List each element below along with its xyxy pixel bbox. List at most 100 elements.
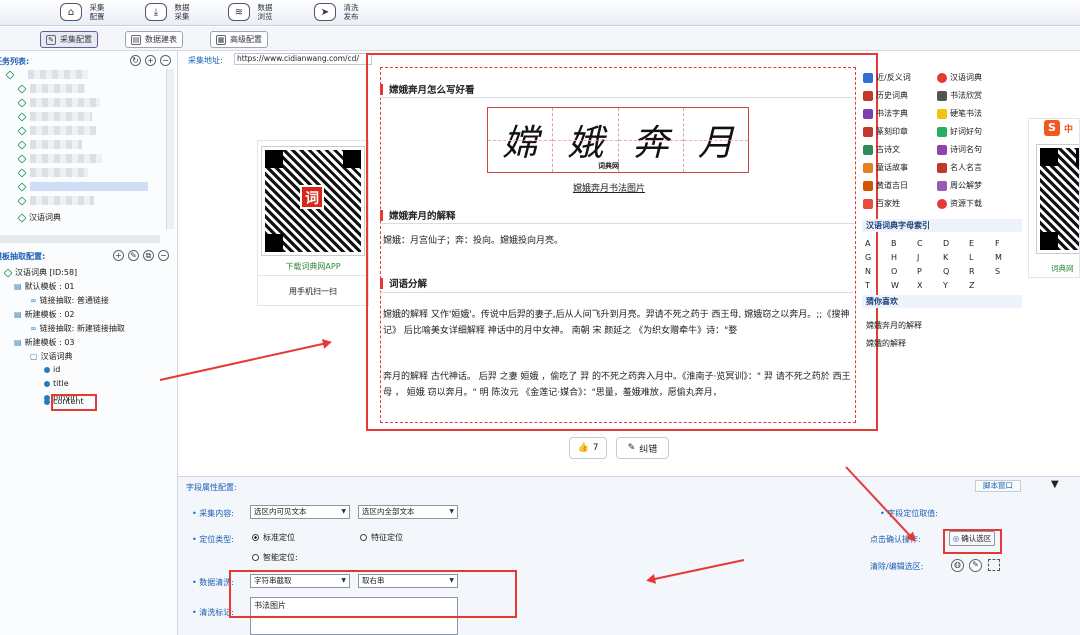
sidebar-link[interactable]: 硬笔书法 — [937, 108, 982, 119]
letter-index-item[interactable]: M — [995, 253, 1002, 262]
select-region-icon[interactable] — [988, 559, 1000, 571]
collect-content-select-1[interactable]: 选区内可见文本 — [250, 505, 350, 519]
tab-collect-config[interactable]: ✎ 采集配置 — [40, 31, 98, 48]
sidebar-link[interactable]: 童话故事 — [863, 162, 908, 173]
tab-label: 数据建表 — [145, 35, 177, 44]
radio-standard-locate[interactable]: 标准定位 — [252, 532, 295, 543]
letter-index-item[interactable]: J — [917, 253, 919, 262]
task-item[interactable] — [5, 70, 15, 80]
letter-index-item[interactable]: A — [865, 239, 870, 248]
sidebar-link[interactable]: 汉语词典 — [937, 72, 982, 83]
letter-index-item[interactable]: D — [943, 239, 949, 248]
tree-field-id[interactable]: id — [44, 365, 60, 374]
sidebar-link[interactable]: 诗词名句 — [937, 144, 982, 155]
letter-index-item[interactable]: E — [969, 239, 974, 248]
collect-content-select-2[interactable]: 选区内全部文本 — [358, 505, 458, 519]
toolbar-label: 数据 浏览 — [257, 3, 273, 21]
edit-icon: ✎ — [627, 443, 636, 453]
letter-index-item[interactable]: B — [891, 239, 897, 248]
refresh-icon[interactable]: ↻ — [130, 55, 141, 66]
toolbar-data-collect-button[interactable]: ⤓ 数据 采集 — [145, 0, 193, 24]
guess-link[interactable]: 嫦娥奔月的解释 — [866, 320, 922, 331]
tree-link-extract[interactable]: ∞ 链接抽取: 普通链接 — [30, 295, 109, 306]
sidebar-link[interactable]: 资源下载 — [937, 198, 982, 209]
task-item[interactable] — [17, 154, 27, 164]
task-item[interactable] — [17, 84, 27, 94]
task-item[interactable] — [17, 168, 27, 178]
blurred-task-name — [30, 98, 100, 107]
sidebar-link[interactable]: 近/反义词 — [863, 72, 911, 83]
add-template-icon[interactable]: + — [113, 250, 124, 261]
letter-index-item[interactable]: Q — [943, 267, 949, 276]
remove-task-icon[interactable]: − — [160, 55, 171, 66]
tree-link-extract-new[interactable]: ∞ 链接抽取: 新建链接抽取 — [30, 323, 125, 334]
tree-template-02[interactable]: ▤ 新建模板 : 02 — [14, 309, 75, 320]
letter-index-item[interactable]: G — [865, 253, 871, 262]
letter-index-item[interactable]: N — [865, 267, 871, 276]
tree-root[interactable]: 汉语词典 [ID:58] — [3, 267, 77, 278]
collapse-icon[interactable]: ▼ — [1051, 479, 1059, 490]
breakdown-paragraph-2: 奔月的解释 古代神话。 后羿 之妻 姮娥 ，偷吃了 羿 的不死之药奔入月中。《淮… — [383, 372, 851, 398]
sidebar-link[interactable]: 百家姓 — [863, 198, 900, 209]
sidebar-link[interactable]: 周公解梦 — [937, 180, 982, 191]
sidebar-link[interactable]: 好词好句 — [937, 126, 982, 137]
link-icon — [863, 126, 873, 137]
task-item-hanyu[interactable]: 汉语词典 — [17, 212, 61, 223]
script-window-button[interactable]: 脚本窗口 — [975, 480, 1021, 492]
sidebar-link[interactable]: 书法字典 — [863, 108, 908, 119]
letter-index-item[interactable]: T — [865, 281, 870, 290]
letter-index-item[interactable]: C — [917, 239, 923, 248]
task-item[interactable] — [17, 182, 27, 192]
radio-feature-locate[interactable]: 特征定位 — [360, 532, 403, 543]
task-item[interactable] — [17, 140, 27, 150]
tree-table-hanyu[interactable]: ▢ 汉语词典 — [30, 351, 73, 362]
toolbar-clean-publish-button[interactable]: ➤ 清洗 发布 — [314, 0, 362, 24]
letter-index-item[interactable]: K — [943, 253, 948, 262]
sidebar-link[interactable]: 黄道吉日 — [863, 180, 908, 191]
letter-index-item[interactable]: Y — [943, 281, 948, 290]
field-icon — [44, 398, 50, 405]
clear-selection-icon[interactable]: ◍ — [951, 559, 964, 572]
sidebar-link[interactable]: 篆刻印章 — [863, 126, 908, 137]
like-button[interactable]: 👍 7 — [569, 437, 607, 459]
sidebar-link[interactable]: 书法欣赏 — [937, 90, 982, 101]
task-item[interactable] — [17, 98, 27, 108]
letter-index-item[interactable]: F — [995, 239, 1000, 248]
tree-field-title[interactable]: title — [44, 379, 69, 388]
letter-index-item[interactable]: X — [917, 281, 922, 290]
correct-button[interactable]: ✎ 纠错 — [616, 437, 669, 459]
copy-template-icon[interactable]: ⧉ — [143, 250, 154, 261]
letter-index-item[interactable]: P — [917, 267, 922, 276]
tree-template-03[interactable]: ▤ 新建模板 : 03 — [14, 337, 75, 348]
letter-index-item[interactable]: S — [995, 267, 1000, 276]
tab-advanced-config[interactable]: ▦ 高级配置 — [210, 31, 268, 48]
sidebar-link[interactable]: 历史词典 — [863, 90, 908, 101]
letter-index-item[interactable]: L — [969, 253, 973, 262]
guess-link[interactable]: 嫦娥的解释 — [866, 338, 906, 349]
add-task-icon[interactable]: + — [145, 55, 156, 66]
tab-data-table[interactable]: ▤ 数据建表 — [125, 31, 183, 48]
field-icon — [44, 366, 50, 373]
image-caption-link[interactable]: 嫦娥奔月书法图片 — [573, 181, 645, 194]
task-item[interactable] — [17, 196, 27, 206]
edit-selection-icon[interactable]: ✎ — [969, 559, 982, 572]
toolbar-data-browse-button[interactable]: ≋ 数据 浏览 — [228, 0, 276, 24]
edit-template-icon[interactable]: ✎ — [128, 250, 139, 261]
tree-template-01[interactable]: ▤ 默认模板 : 01 — [14, 281, 75, 292]
address-input[interactable]: https://www.cidianwang.com/cd/ — [234, 53, 372, 65]
toolbar-collect-config-button[interactable]: ⌂ 采集 配置 — [60, 0, 108, 24]
task-item[interactable] — [17, 112, 27, 122]
sidebar-link[interactable]: 古诗文 — [863, 144, 900, 155]
letter-index-item[interactable]: Z — [969, 281, 974, 290]
letter-index-item[interactable]: W — [891, 281, 899, 290]
link-icon — [863, 162, 873, 173]
task-item[interactable] — [17, 126, 27, 136]
letter-index-item[interactable]: H — [891, 253, 897, 262]
task-list-scrollbar[interactable] — [166, 69, 174, 229]
sidebar-link[interactable]: 名人名言 — [937, 162, 982, 173]
letter-index-item[interactable]: O — [891, 267, 897, 276]
radio-smart-locate[interactable]: 智能定位: — [252, 552, 298, 563]
task-list-hscrollbar[interactable] — [0, 235, 160, 243]
letter-index-item[interactable]: R — [969, 267, 975, 276]
remove-template-icon[interactable]: − — [158, 250, 169, 261]
